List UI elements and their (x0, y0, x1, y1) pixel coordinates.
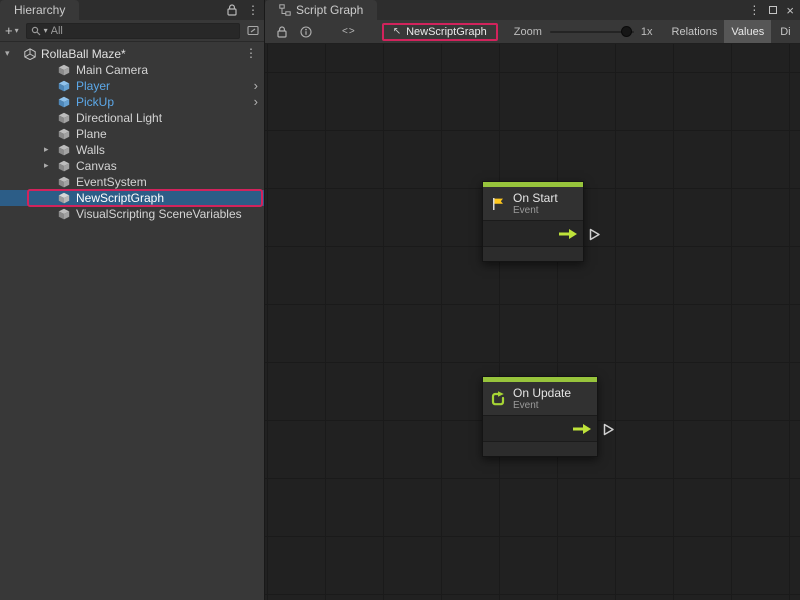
hierarchy-strip-icons: ⋮ (227, 0, 259, 20)
chevron-down-icon: ▾ (15, 26, 19, 35)
gameobject-cube-icon (58, 128, 70, 140)
close-icon[interactable]: × (786, 4, 794, 17)
values-button[interactable]: Values (724, 20, 771, 44)
control-output-port[interactable] (573, 423, 591, 435)
item-label: Directional Light (76, 111, 162, 125)
hierarchy-item-directional-light[interactable]: Directional Light (0, 110, 264, 126)
item-label: Player (76, 79, 110, 93)
item-label: NewScriptGraph (76, 191, 164, 205)
hierarchy-search-box[interactable]: ▾ (26, 23, 240, 39)
node-header: On Update Event (483, 382, 597, 416)
prefab-open-arrow-icon[interactable]: › (254, 78, 258, 94)
window-controls: ⋮ × (748, 0, 794, 20)
graph-name-label: NewScriptGraph (406, 26, 487, 38)
unity-scene-icon (24, 48, 36, 60)
hierarchy-item-eventsystem[interactable]: EventSystem (0, 174, 264, 190)
gameobject-cube-icon (58, 208, 70, 220)
item-label: Walls (76, 143, 105, 157)
node-on-update[interactable]: On Update Event (482, 376, 598, 457)
foldout-closed-icon[interactable]: ▸ (44, 160, 54, 171)
tab-hierarchy[interactable]: Hierarchy (0, 0, 79, 20)
control-output-port[interactable] (559, 228, 577, 240)
script-graph-tab-label: Script Graph (296, 3, 363, 17)
gameobject-cube-icon (58, 144, 70, 156)
zoom-slider[interactable] (550, 20, 634, 44)
unity-editor-window: Hierarchy ⋮ + ▾ ▾ (0, 0, 800, 600)
item-label: Canvas (76, 159, 117, 173)
hierarchy-tab-label: Hierarchy (14, 3, 65, 17)
hierarchy-menu-icon[interactable]: ⋮ (247, 4, 259, 16)
node-port-row (483, 416, 597, 442)
item-label: VisualScripting SceneVariables (76, 207, 242, 221)
hierarchy-toolbar: + ▾ ▾ (0, 20, 264, 42)
hierarchy-item-newscriptgraph[interactable]: NewScriptGraph (0, 190, 264, 206)
zoom-label: Zoom (514, 26, 542, 38)
gameobject-cube-icon (58, 112, 70, 124)
item-label: EventSystem (76, 175, 147, 189)
prefab-open-arrow-icon[interactable]: › (254, 94, 258, 110)
relations-button[interactable]: Relations (665, 20, 725, 44)
node-subtitle: Event (513, 400, 571, 411)
graph-asset-icon: ↖ (393, 26, 401, 37)
graph-tabstrip: Script Graph ⋮ × (265, 0, 800, 20)
node-title: On Start (513, 191, 558, 205)
node-port-row (483, 221, 583, 247)
item-label: PickUp (76, 95, 114, 109)
gameobject-cube-icon (58, 64, 70, 76)
script-graph-panel: Script Graph ⋮ × <> ↖ NewScriptGraph Zoo… (265, 0, 800, 600)
hierarchy-item-pickup[interactable]: PickUp › (0, 94, 264, 110)
foldout-closed-icon[interactable]: ▸ (44, 144, 54, 155)
scene-foldout-icon[interactable]: ▾ (5, 48, 15, 59)
hierarchy-tabstrip: Hierarchy ⋮ (0, 0, 264, 20)
hierarchy-item-player[interactable]: Player › (0, 78, 264, 94)
connection-triangle-icon (603, 423, 615, 436)
prefab-cube-icon (58, 80, 70, 92)
hierarchy-item-canvas[interactable]: ▸ Canvas (0, 158, 264, 174)
item-label: Plane (76, 127, 107, 141)
gameobject-cube-icon (58, 176, 70, 188)
gameobject-cube-icon (58, 160, 70, 172)
info-icon[interactable] (300, 26, 312, 38)
flag-icon (490, 196, 506, 212)
search-filter-caret-icon[interactable]: ▾ (44, 26, 48, 35)
node-header: On Start Event (483, 187, 583, 221)
graph-toolbar: <> ↖ NewScriptGraph Zoom 1x Relations Va… (265, 20, 800, 44)
node-title: On Update (513, 386, 571, 400)
scene-name: RollaBall Maze* (41, 47, 126, 61)
node-footer (483, 442, 597, 456)
node-subtitle: Event (513, 205, 558, 216)
search-icon (31, 26, 41, 36)
maximize-icon[interactable] (769, 6, 777, 14)
graph-canvas[interactable]: On Start Event (265, 44, 800, 600)
item-label: Main Camera (76, 63, 148, 77)
graph-name-annotated[interactable]: ↖ NewScriptGraph (382, 23, 498, 41)
scene-picker-icon[interactable] (247, 25, 259, 36)
code-brackets-icon[interactable]: <> (342, 26, 356, 37)
node-on-start[interactable]: On Start Event (482, 181, 584, 262)
connection-triangle-icon (589, 228, 601, 241)
hierarchy-tree: ▾ RollaBall Maze* ⋮ Main Camera Playe (0, 42, 264, 600)
create-object-button[interactable]: + ▾ (5, 23, 19, 38)
plus-icon: + (5, 23, 13, 38)
hierarchy-item-plane[interactable]: Plane (0, 126, 264, 142)
zoom-slider-handle[interactable] (621, 26, 632, 37)
lock-icon[interactable] (277, 26, 287, 38)
dim-button[interactable]: Di (773, 20, 797, 44)
panel-menu-icon[interactable]: ⋮ (748, 4, 760, 16)
script-graph-icon (279, 4, 291, 16)
hierarchy-item-scenevariables[interactable]: VisualScripting SceneVariables (0, 206, 264, 222)
zoom-value: 1x (641, 26, 653, 38)
search-input[interactable] (51, 25, 235, 37)
hierarchy-item-main-camera[interactable]: Main Camera (0, 62, 264, 78)
prefab-cube-icon (58, 96, 70, 108)
tab-script-graph[interactable]: Script Graph (265, 0, 377, 20)
scene-options-icon[interactable]: ⋮ (245, 47, 257, 59)
scene-row[interactable]: ▾ RollaBall Maze* ⋮ (0, 45, 264, 62)
lock-icon[interactable] (227, 4, 237, 16)
hierarchy-item-walls[interactable]: ▸ Walls (0, 142, 264, 158)
loop-icon (490, 391, 506, 407)
gameobject-cube-icon (58, 192, 70, 204)
hierarchy-panel: Hierarchy ⋮ + ▾ ▾ (0, 0, 265, 600)
node-footer (483, 247, 583, 261)
